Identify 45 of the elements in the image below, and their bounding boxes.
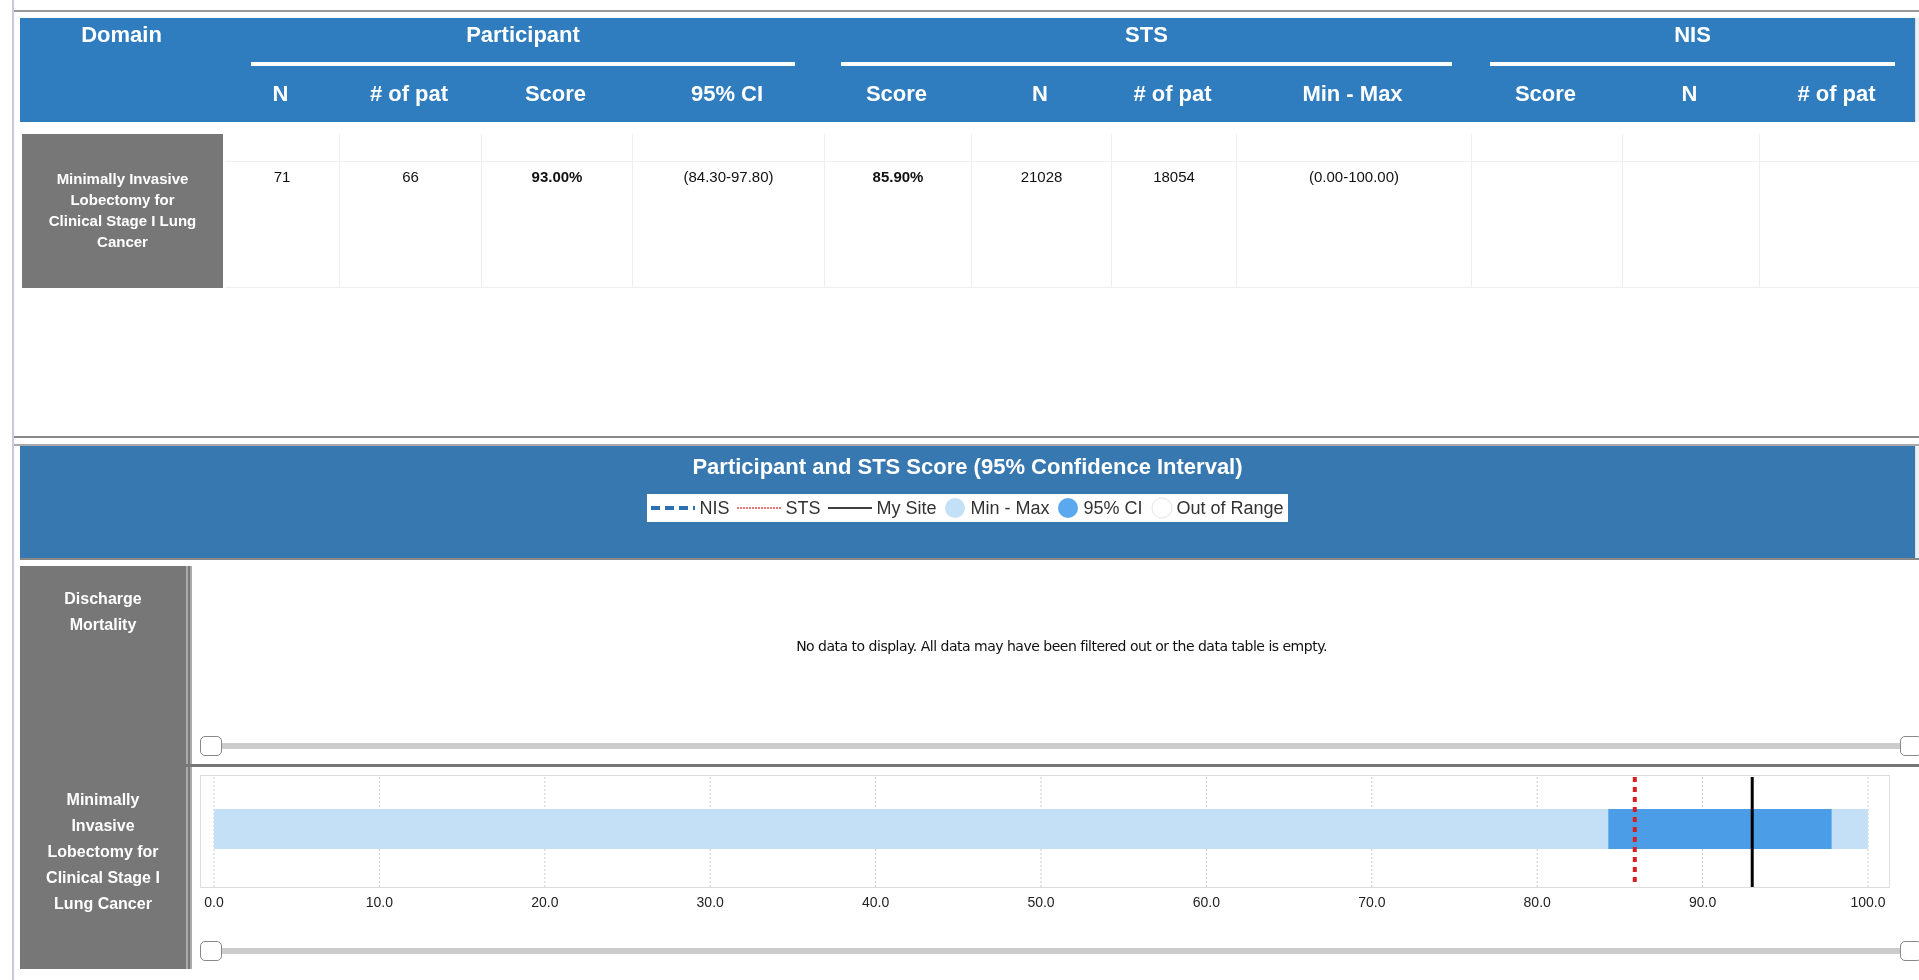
chart-title: Participant and STS Score (95% Confidence Interval) bbox=[692, 454, 1243, 480]
column-header: N bbox=[1031, 80, 1049, 108]
column-header: # of pat bbox=[1132, 80, 1213, 108]
row-header: Discharge Mortality bbox=[20, 566, 192, 764]
column-header: Score bbox=[1513, 80, 1578, 108]
table-cell: 93.00% bbox=[482, 162, 633, 288]
axis-tick-label: 100.0 bbox=[1850, 894, 1886, 910]
legend-label: Min - Max bbox=[970, 497, 1050, 519]
axis-tick-label: 50.0 bbox=[1027, 894, 1055, 910]
legend-label: My Site bbox=[876, 497, 937, 519]
column-header: N bbox=[1680, 80, 1699, 108]
table-cell: 85.90% bbox=[825, 162, 972, 288]
axis-tick-label: 90.0 bbox=[1688, 894, 1717, 910]
column-header: # of pat bbox=[368, 80, 450, 108]
table-cell: (84.30-97.80) bbox=[633, 162, 825, 288]
column-header: N bbox=[271, 80, 290, 108]
column-header: Score bbox=[864, 80, 929, 108]
column-header: # of pat bbox=[1796, 80, 1877, 108]
group-header: Participant bbox=[251, 18, 795, 66]
table-cell: 71 bbox=[225, 162, 340, 288]
legend-label: 95% CI bbox=[1083, 497, 1143, 519]
axis-tick-label: 40.0 bbox=[861, 894, 890, 910]
axis-tick-label: 80.0 bbox=[1523, 894, 1551, 910]
column-header: Score bbox=[523, 80, 588, 108]
table-cell: 66 bbox=[340, 162, 482, 288]
column-header: Domain bbox=[80, 21, 163, 49]
empty-message: No data to display. All data may have been filtered out or the data table is empty. bbox=[795, 638, 1328, 654]
axis-tick-label: 20.0 bbox=[531, 894, 559, 910]
legend-label: Out of Range bbox=[1176, 497, 1284, 519]
table-cell: 21028 bbox=[972, 162, 1112, 288]
table-cell: 18054 bbox=[1112, 162, 1237, 288]
group-header: STS bbox=[841, 18, 1452, 66]
column-header: 95% CI bbox=[689, 80, 765, 108]
legend-label: NIS bbox=[699, 497, 730, 519]
group-header: NIS bbox=[1490, 18, 1895, 66]
axis-tick-label: 10.0 bbox=[365, 894, 393, 910]
legend-label: STS bbox=[785, 497, 821, 519]
table-cell: (0.00-100.00) bbox=[1237, 162, 1472, 288]
category-label: Minimally Invasive Lobectomy for Clinical Stage I Lung Cancer bbox=[20, 767, 192, 969]
row-header: Minimally Invasive Lobectomy for Clinical Stage I Lung Cancer bbox=[22, 162, 225, 288]
axis-tick-label: 70.0 bbox=[1358, 894, 1386, 910]
axis-tick-label: 0.0 bbox=[204, 894, 224, 910]
axis-tick-label: 60.0 bbox=[1192, 894, 1221, 910]
column-header: Min - Max bbox=[1301, 80, 1404, 108]
axis-tick-label: 30.0 bbox=[696, 894, 724, 910]
